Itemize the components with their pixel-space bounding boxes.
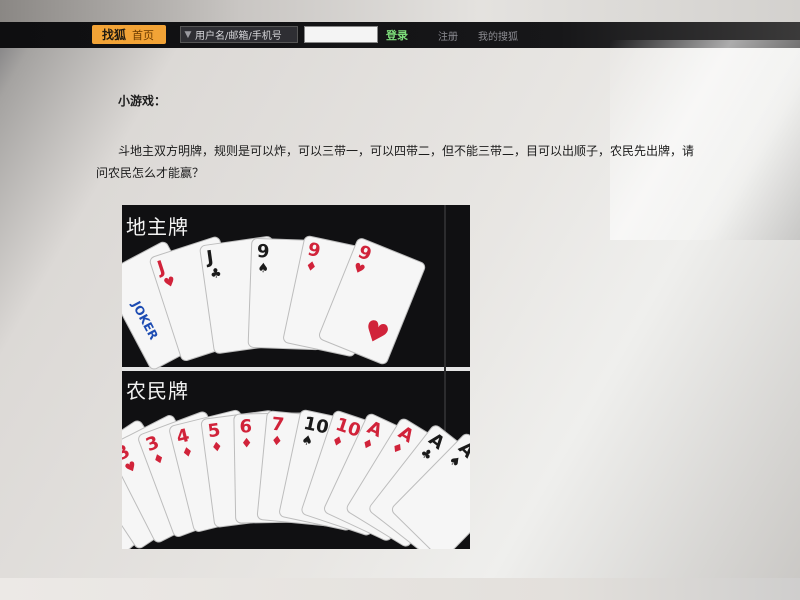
card-suit-icon: ♦ (210, 439, 224, 456)
joker-text: JOKER (128, 298, 161, 342)
card-suit-icon: ♥ (161, 274, 178, 292)
card-suit-icon: ♦ (303, 258, 319, 276)
card-suit-icon: ♠ (257, 261, 270, 277)
chevron-down-icon[interactable]: ▼ (181, 30, 195, 40)
card-rank: 7 (270, 413, 286, 436)
card-suit-icon: ♦ (180, 444, 196, 462)
card-suit-icon: ♠ (299, 432, 315, 450)
brand-logo[interactable]: 找狐 首页 (92, 25, 166, 44)
card-rank: J (205, 246, 215, 269)
card-suit-icon: ♦ (151, 450, 168, 469)
card-photo: 地主牌 JOKERJ♥J♣9♠9♦9♥♥ 农民牌 3♣3♦3♥3♦4♦5♦6♦7… (122, 205, 470, 549)
card-rank: 9 (256, 241, 270, 263)
heart-icon: ♥ (358, 312, 394, 353)
login-placeholder: 用户名/邮箱/手机号 (195, 31, 282, 42)
page-footer-strip (0, 578, 800, 600)
browser-top-strip (0, 0, 800, 22)
card-suit-icon: ♦ (240, 436, 253, 452)
card-suit-icon: ♥ (350, 260, 368, 279)
my-account-link[interactable]: 我的搜狐 (478, 28, 518, 43)
login-button[interactable]: 登录 (386, 27, 408, 43)
card-suit-icon: ♦ (358, 435, 376, 455)
card-suit-icon: ♦ (270, 433, 284, 450)
landlord-label: 地主牌 (126, 215, 189, 239)
brand-secondary[interactable]: 首页 (132, 27, 154, 43)
photo-divider (122, 367, 470, 371)
article-heading: 小游戏： (118, 94, 167, 108)
card-suit-icon: ♣ (209, 265, 223, 283)
card-suit-icon: ♦ (329, 433, 346, 452)
farmer-label: 农民牌 (126, 379, 189, 403)
card-suit-icon: ♥ (122, 458, 140, 478)
article-paragraph-text: 斗地主双方明牌，规则是可以炸，可以三带一，可以四带二，但不能三带二，目可以出顺子… (96, 144, 695, 180)
brand-primary: 找狐 (102, 28, 127, 42)
register-link[interactable]: 注册 (438, 28, 458, 43)
card-rank: 6 (239, 416, 253, 438)
login-username-field[interactable]: ▼ 用户名/邮箱/手机号 (180, 26, 298, 43)
password-field[interactable] (304, 26, 378, 43)
article-paragraph: 斗地主双方明牌，规则是可以炸，可以三带一，可以四带二，但不能三带二，目可以出顺子… (96, 140, 696, 184)
